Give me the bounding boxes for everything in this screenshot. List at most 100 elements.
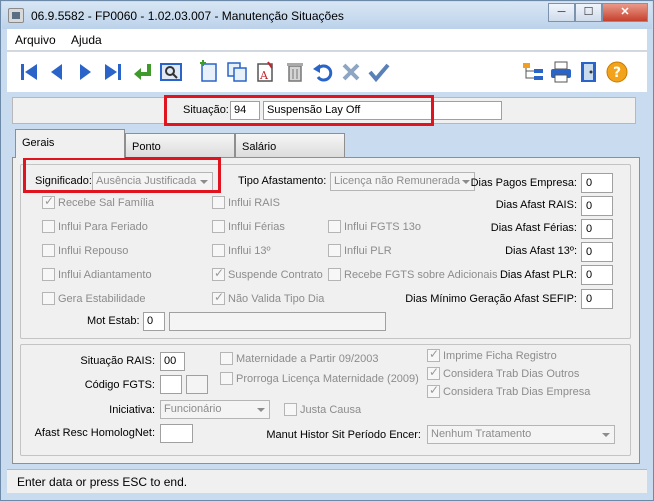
checkbox-label: Recebe Sal Família (58, 196, 154, 209)
iniciativa-select[interactable]: Funcionário (160, 400, 270, 419)
situacao-header: Situação: 94 Suspensão Lay Off (12, 95, 636, 126)
menu-arquivo[interactable]: Arquivo (15, 33, 56, 47)
tipo-afastamento-label: Tipo Afastamento: (238, 175, 327, 187)
exit-icon[interactable] (577, 60, 601, 84)
manut-histor-value: Nenhum Tratamento (431, 428, 532, 440)
help-icon[interactable]: ? (605, 60, 629, 84)
chevron-down-icon (462, 180, 470, 184)
checkbox-box (328, 220, 341, 233)
checkbox-label: Prorroga Licença Maternidade (2009) (236, 372, 419, 385)
status-bar: Enter data or press ESC to end. (7, 469, 647, 493)
mot-estab-label: Mot Estab: (87, 315, 140, 327)
app-window: 06.9.5582 - FP0060 - 1.02.03.007 - Manut… (0, 0, 654, 501)
checkbox-label: Recebe FGTS sobre Adicionais (344, 268, 498, 281)
chevron-down-icon (602, 433, 610, 437)
close-button[interactable]: ✕ (602, 3, 648, 22)
undo-icon[interactable] (311, 60, 335, 84)
dias-afast-plr-field[interactable]: 0 (581, 265, 613, 285)
influi-para-feriado-checkbox[interactable]: Influi Para Feriado (42, 220, 148, 233)
checkbox-box (42, 268, 55, 281)
edit-icon[interactable]: A (253, 60, 277, 84)
title-bar: 06.9.5582 - FP0060 - 1.02.03.007 - Manut… (2, 2, 652, 29)
dias-afast-13-field[interactable]: 0 (581, 242, 613, 262)
influi-ferias-checkbox[interactable]: Influi Férias (212, 220, 285, 233)
influi-repouso-checkbox[interactable]: Influi Repouso (42, 244, 128, 257)
tipo-afastamento-value: Licença não Remunerada (334, 175, 460, 187)
first-icon[interactable] (17, 60, 41, 84)
checkbox-label: Influi RAIS (228, 196, 280, 209)
dias-afast-rais-field[interactable]: 0 (581, 196, 613, 216)
dias-afast-ferias-field[interactable]: 0 (581, 219, 613, 239)
considera-empresa-checkbox[interactable]: Considera Trab Dias Empresa (427, 383, 590, 398)
dias-minimo-sefip-field[interactable]: 0 (581, 289, 613, 309)
tab-gerais[interactable]: Gerais (15, 129, 125, 158)
next-icon[interactable] (73, 60, 97, 84)
dias-minimo-sefip-label: Dias Mínimo Geração Afast SEFIP: (405, 293, 577, 305)
justa-causa-checkbox[interactable]: Justa Causa (284, 403, 361, 416)
tab-ponto[interactable]: Ponto (125, 133, 235, 157)
prorroga-checkbox[interactable]: Prorroga Licença Maternidade (2009) (220, 372, 419, 385)
maternidade-checkbox[interactable]: Maternidade a Partir 09/2003 (220, 352, 378, 365)
influi-rais-checkbox[interactable]: Influi RAIS (212, 196, 280, 209)
svg-text:?: ? (613, 65, 621, 81)
influi-fgts-13o-checkbox[interactable]: Influi FGTS 13o (328, 220, 421, 233)
codigo-fgts-desc-field[interactable] (186, 375, 208, 394)
confirm-icon[interactable] (367, 60, 391, 84)
checkbox-box (220, 372, 233, 385)
checkbox-box (42, 194, 55, 209)
tree-icon[interactable] (521, 60, 545, 84)
mot-estab-code-field[interactable]: 0 (143, 312, 165, 331)
mot-estab-desc-field[interactable] (169, 312, 386, 331)
afast-resc-label: Afast Resc HomologNet: (34, 427, 155, 439)
influi-adiantamento-checkbox[interactable]: Influi Adiantamento (42, 268, 152, 281)
goto-icon[interactable] (131, 60, 155, 84)
last-icon[interactable] (101, 60, 125, 84)
checkbox-label: Influi Férias (228, 220, 285, 233)
influi-13-checkbox[interactable]: Influi 13º (212, 244, 271, 257)
checkbox-box (212, 266, 225, 281)
recebe-fgts-adicionais-checkbox[interactable]: Recebe FGTS sobre Adicionais (328, 268, 497, 281)
minimize-button[interactable]: ─ (548, 3, 575, 22)
checkbox-label: Influi Repouso (58, 244, 129, 257)
highlight-box (164, 95, 434, 126)
gera-estabilidade-checkbox[interactable]: Gera Estabilidade (42, 292, 145, 305)
manut-histor-label: Manut Histor Sit Período Encer: (266, 429, 421, 441)
recebe-sal-familia-checkbox[interactable]: Recebe Sal Família (42, 194, 154, 209)
checkbox-label: Não Valida Tipo Dia (228, 292, 325, 305)
lower-group: Situação RAIS: 00 Código FGTS: Iniciativ… (20, 344, 631, 456)
maximize-button[interactable]: ☐ (575, 3, 602, 22)
add-icon[interactable] (197, 60, 221, 84)
window-title: 06.9.5582 - FP0060 - 1.02.03.007 - Manut… (31, 9, 344, 23)
codigo-fgts-label: Código FGTS: (84, 379, 155, 391)
considera-outros-checkbox[interactable]: Considera Trab Dias Outros (427, 365, 579, 380)
search-icon[interactable] (159, 60, 183, 84)
tipo-afastamento-select[interactable]: Licença não Remunerada (330, 172, 475, 191)
dias-afast-13-label: Dias Afast 13º: (505, 245, 577, 257)
print-icon[interactable] (549, 60, 573, 84)
checkbox-box (212, 220, 225, 233)
delete-icon[interactable] (283, 60, 307, 84)
cancel-icon[interactable] (339, 60, 363, 84)
iniciativa-value: Funcionário (164, 403, 222, 415)
dias-pagos-empresa-field[interactable]: 0 (581, 173, 613, 193)
tab-salario[interactable]: Salário (235, 133, 345, 157)
dias-afast-rais-label: Dias Afast RAIS: (495, 199, 577, 211)
copy-icon[interactable] (225, 60, 249, 84)
suspende-contrato-checkbox[interactable]: Suspende Contrato (212, 266, 323, 281)
menu-ajuda[interactable]: Ajuda (71, 33, 102, 47)
prev-icon[interactable] (45, 60, 69, 84)
dias-afast-ferias-label: Dias Afast Férias: (490, 222, 577, 234)
imprime-ficha-checkbox[interactable]: Imprime Ficha Registro (427, 347, 557, 362)
codigo-fgts-field[interactable] (160, 375, 182, 394)
manut-histor-select[interactable]: Nenhum Tratamento (427, 425, 615, 444)
dias-pagos-empresa-label: Dias Pagos Empresa: (470, 177, 577, 189)
toolbar: A ? (7, 52, 647, 92)
checkbox-box (212, 290, 225, 305)
checkbox-box (328, 268, 341, 281)
checkbox-label: Influi PLR (344, 244, 392, 257)
checkbox-box (212, 196, 225, 209)
afast-resc-field[interactable] (160, 424, 193, 443)
influi-plr-checkbox[interactable]: Influi PLR (328, 244, 392, 257)
nao-valida-tipo-dia-checkbox[interactable]: Não Valida Tipo Dia (212, 290, 325, 305)
situacao-rais-field[interactable]: 00 (160, 352, 185, 371)
